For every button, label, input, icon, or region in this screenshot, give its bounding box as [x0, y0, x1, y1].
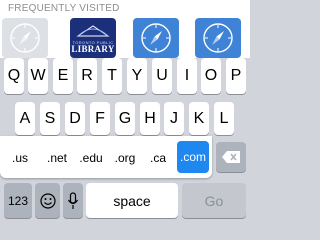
- key-e[interactable]: E: [53, 58, 73, 94]
- key-l[interactable]: L: [214, 102, 234, 135]
- frequently-visited-tile-library[interactable]: TORONTO PUBLIC LIBRARY: [70, 18, 116, 58]
- compass-icon: [10, 23, 40, 53]
- frequently-visited-panel: FREQUENTLY VISITED TORONTO PUBLIC LIBRAR…: [0, 0, 250, 58]
- backspace-key[interactable]: [216, 142, 246, 172]
- domain-key-com[interactable]: .com: [177, 141, 209, 173]
- key-k[interactable]: K: [189, 102, 209, 135]
- key-j[interactable]: J: [164, 102, 184, 135]
- key-o[interactable]: O: [201, 58, 221, 94]
- domain-key-org[interactable]: .org: [110, 140, 140, 175]
- key-f[interactable]: F: [90, 102, 110, 135]
- key-r[interactable]: R: [77, 58, 97, 94]
- dictation-key[interactable]: [63, 183, 83, 218]
- frequently-visited-tile-4[interactable]: [195, 18, 241, 58]
- key-w[interactable]: W: [28, 58, 48, 94]
- microphone-icon: [67, 191, 79, 209]
- domain-key-net[interactable]: .net: [41, 140, 73, 175]
- emoji-key[interactable]: [35, 183, 60, 218]
- key-q[interactable]: Q: [4, 58, 24, 94]
- key-p[interactable]: P: [226, 58, 246, 94]
- key-g[interactable]: G: [115, 102, 135, 135]
- domain-key-edu[interactable]: .edu: [75, 140, 107, 175]
- space-key[interactable]: space: [86, 183, 178, 218]
- frequently-visited-tile-3[interactable]: [133, 18, 179, 58]
- key-a[interactable]: A: [15, 102, 35, 135]
- frequently-visited-title: FREQUENTLY VISITED: [8, 3, 120, 14]
- key-d[interactable]: D: [65, 102, 85, 135]
- numbers-key[interactable]: 123: [4, 183, 32, 218]
- library-title: LIBRARY: [71, 44, 115, 54]
- frequently-visited-tile-1[interactable]: [2, 18, 48, 58]
- key-i[interactable]: I: [177, 58, 197, 94]
- compass-icon: [203, 23, 233, 53]
- key-y[interactable]: Y: [127, 58, 147, 94]
- key-t[interactable]: T: [102, 58, 122, 94]
- key-h[interactable]: H: [140, 102, 160, 135]
- go-key[interactable]: Go: [182, 183, 246, 218]
- backspace-icon: [222, 151, 240, 163]
- emoji-icon: [39, 192, 56, 209]
- domain-key-us[interactable]: .us: [6, 140, 34, 175]
- compass-icon: [141, 23, 171, 53]
- key-s[interactable]: S: [40, 102, 60, 135]
- domain-key-ca[interactable]: .ca: [143, 140, 173, 175]
- key-u[interactable]: U: [152, 58, 172, 94]
